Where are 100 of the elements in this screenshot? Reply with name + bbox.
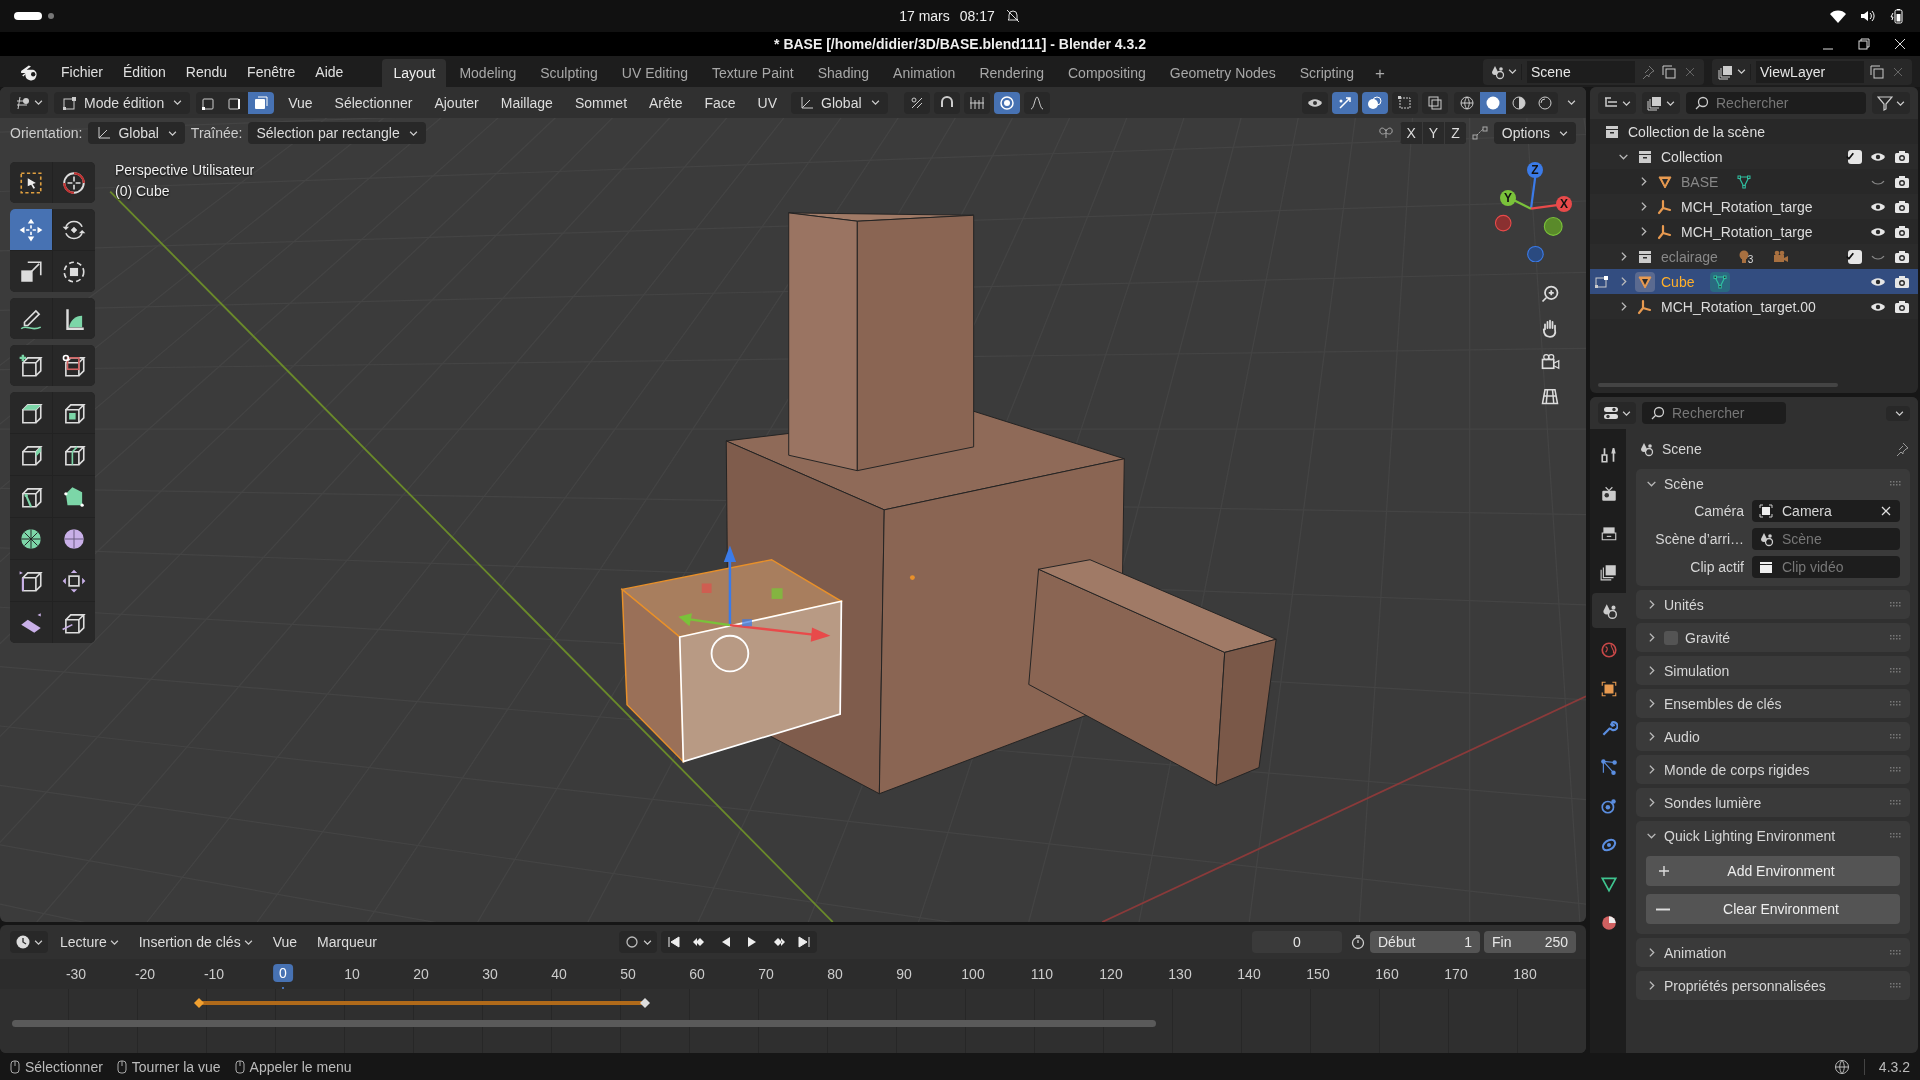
orientation-dropdown[interactable]: Global — [791, 91, 888, 114]
menu-item[interactable]: Face — [696, 91, 744, 114]
outliner-row[interactable]: BASE — [1590, 169, 1918, 194]
workspace-tab[interactable]: Modeling — [448, 59, 528, 87]
panel-header[interactable]: Audio — [1636, 722, 1910, 751]
clip-field[interactable]: Clip vidéo — [1752, 556, 1900, 578]
menu-item[interactable]: Vue — [264, 931, 306, 953]
menu-item[interactable]: UV — [749, 91, 786, 114]
menu-item[interactable]: Aide — [306, 59, 353, 84]
add-environment-button[interactable]: Add Environment — [1646, 856, 1900, 886]
panel-title: Animation — [1664, 944, 1727, 961]
panel-title: Monde de corps rigides — [1664, 761, 1810, 778]
menu-item[interactable]: Sommet — [566, 91, 635, 114]
frame-number: 40 — [551, 966, 567, 982]
panel-header[interactable]: Animation — [1636, 938, 1910, 967]
menu-item[interactable]: Sélectionner — [326, 91, 421, 114]
menu-item[interactable]: Maillage — [492, 91, 561, 114]
panel-title: Quick Lighting Environment — [1664, 827, 1836, 844]
orientation-dropdown[interactable]: Global — [88, 122, 185, 144]
frame-number: 180 — [1513, 966, 1537, 982]
panel-header[interactable]: Propriétés personnalisées — [1636, 971, 1910, 1000]
panel-header[interactable]: Sondes lumière — [1636, 788, 1910, 817]
light-count: 3 — [1747, 253, 1754, 265]
current-frame-marker[interactable]: 0 — [273, 964, 293, 982]
menu-item[interactable]: Fenêtre — [238, 59, 305, 84]
outliner-row[interactable]: MCH_Rotation_targe — [1590, 219, 1918, 244]
menu-item[interactable]: Marqueur — [309, 931, 385, 953]
panel-header[interactable]: Gravité — [1636, 623, 1910, 652]
frame-number: 120 — [1099, 966, 1123, 982]
panel-title: Simulation — [1664, 662, 1730, 679]
current-frame-field[interactable]: 0 — [1252, 931, 1342, 953]
camera-field[interactable]: Camera — [1752, 500, 1900, 522]
workspace-tab[interactable]: Scripting — [1288, 59, 1366, 87]
frame-number: 110 — [1030, 966, 1054, 982]
frame-number: 60 — [689, 966, 705, 982]
mirror-axis-button[interactable]: Z — [1444, 122, 1466, 144]
outliner-item-name: MCH_Rotation_targe — [1681, 198, 1813, 215]
menu-item[interactable]: Insertion de clés — [130, 931, 261, 953]
panel-header[interactable]: Simulation — [1636, 656, 1910, 685]
workspace-tab[interactable]: Rendering — [968, 59, 1055, 87]
outliner-item-name: MCH_Rotation_targe — [1681, 223, 1813, 240]
end-label: Fin — [1492, 934, 1512, 950]
outliner-item-name: eclairage — [1661, 248, 1718, 265]
workspace-tab[interactable]: Shading — [806, 59, 881, 87]
panel-header[interactable]: Ensembles de clés — [1636, 689, 1910, 718]
workspace-tab[interactable]: Texture Paint — [701, 59, 805, 87]
menu-item[interactable]: Vue — [280, 91, 321, 114]
clear-environment-button[interactable]: Clear Environment — [1646, 894, 1900, 924]
menu-item[interactable]: Édition — [114, 59, 175, 84]
mode-dropdown[interactable]: Mode édition — [54, 91, 191, 114]
end-frame-field[interactable]: Fin 250 — [1484, 931, 1576, 953]
panel-title: Scène — [1664, 475, 1704, 492]
menu-item[interactable]: Ajouter — [426, 91, 487, 114]
add-workspace-button[interactable]: + — [1367, 61, 1394, 87]
drag-dropdown[interactable]: Sélection par rectangle — [248, 122, 426, 144]
options-dropdown[interactable]: Options — [1493, 122, 1576, 144]
view-layer-selector[interactable]: ViewLayer — [1712, 58, 1912, 85]
status-hint: Tourner la vue — [131, 1058, 221, 1075]
outliner-item-name: Cube — [1661, 273, 1695, 290]
start-frame-field[interactable]: Début 1 — [1370, 931, 1480, 953]
scene-field[interactable]: Scène — [1752, 528, 1900, 550]
panel-header[interactable]: Unités — [1636, 590, 1910, 619]
panel-header[interactable]: Quick Lighting Environment — [1636, 821, 1910, 850]
menu-item[interactable]: Fichier — [52, 59, 112, 84]
orientation-label: Orientation: — [10, 125, 83, 141]
frame-number: -30 — [65, 966, 87, 982]
field-label: Scène d’arri… — [1654, 531, 1744, 547]
scene-selector[interactable]: Scene — [1483, 58, 1704, 85]
drag-label: Traînée: — [190, 125, 243, 141]
panel-title: Gravité — [1685, 629, 1731, 646]
menu-item[interactable]: Rendu — [176, 59, 237, 84]
search-field[interactable]: Rechercher — [1686, 92, 1866, 114]
outliner-item-name: BASE — [1681, 173, 1719, 190]
frame-number: 170 — [1444, 966, 1468, 982]
workspace-tab[interactable]: Geometry Nodes — [1158, 59, 1287, 87]
workspace-tab[interactable]: UV Editing — [610, 59, 699, 87]
panel-header[interactable]: Monde de corps rigides — [1636, 755, 1910, 784]
frame-number: 150 — [1306, 966, 1330, 982]
workspace-tab[interactable]: Layout — [382, 59, 447, 87]
clock-text: 08:17 — [959, 8, 995, 24]
menu-item[interactable]: Arête — [641, 91, 691, 114]
workspace-tab[interactable]: Compositing — [1057, 59, 1157, 87]
date-text: 17 mars — [899, 8, 950, 24]
outliner-row[interactable]: Cube — [1590, 269, 1918, 294]
window-title: * BASE [/home/didier/3D/BASE.blend111] - Blender 4.3.2 — [774, 36, 1146, 52]
frame-number: 130 — [1168, 966, 1192, 982]
frame-number: -20 — [134, 966, 156, 982]
outliner-item-name: MCH_Rotation_target.00 — [1661, 298, 1816, 315]
workspace-tab[interactable]: Sculpting — [529, 59, 609, 87]
panel-title: Unités — [1664, 596, 1704, 613]
frame-number: 50 — [620, 966, 636, 982]
outliner-row[interactable]: Collection de la scène — [1590, 119, 1918, 144]
workspace-tab[interactable]: Animation — [882, 59, 967, 87]
panel-header[interactable]: Scène — [1636, 469, 1910, 498]
menu-item[interactable]: Lecture — [52, 931, 127, 953]
frame-number: 140 — [1237, 966, 1261, 982]
outliner-item-name: Collection — [1661, 148, 1723, 165]
outliner-item-name: Collection de la scène — [1628, 123, 1765, 140]
search-field[interactable]: Rechercher — [1642, 402, 1786, 424]
frame-number: 70 — [758, 966, 774, 982]
